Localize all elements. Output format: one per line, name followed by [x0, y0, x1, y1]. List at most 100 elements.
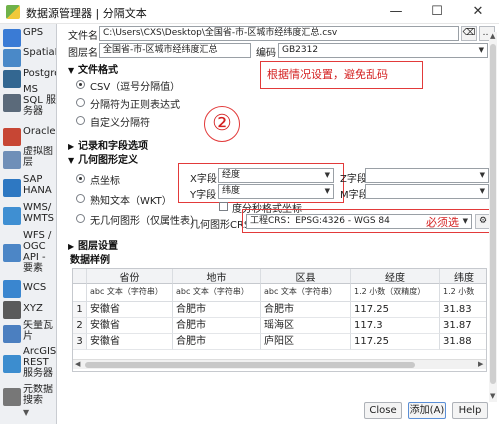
- sidebar-item-virtual-layer[interactable]: 虚拟图 层: [0, 146, 56, 172]
- table-header-cell[interactable]: 经度: [351, 269, 440, 284]
- row-number: 1: [73, 302, 87, 318]
- table-row: 2 安徽省 合肥市 瑶海区 117.3 31.87: [73, 318, 486, 334]
- table-header-cell[interactable]: 省份: [87, 269, 173, 284]
- regex-radio[interactable]: [76, 98, 85, 107]
- sidebar-item-label: WMS/ WMTS: [23, 202, 54, 224]
- field-type-select[interactable]: abc 文本（字符串）: [87, 284, 173, 302]
- custom-delimiter-radio[interactable]: [76, 116, 85, 125]
- sidebar-item-metadata-search[interactable]: 元数据 搜索: [0, 384, 56, 410]
- m-field-select[interactable]: ▼: [365, 184, 489, 199]
- field-type-select[interactable]: abc 文本（字符串）: [261, 284, 351, 302]
- table-cell: 合肥市: [173, 334, 261, 350]
- table-cell: 117.25: [351, 302, 440, 318]
- table-header-cell[interactable]: 纬度: [440, 269, 486, 284]
- table-row: 1 安徽省 合肥市 合肥市 117.25 31.83: [73, 302, 486, 318]
- scroll-left-icon[interactable]: ◀: [75, 360, 80, 368]
- table-cell: 117.3: [351, 318, 440, 334]
- sidebar-item-wms-wmts[interactable]: WMS/ WMTS: [0, 202, 56, 228]
- table-cell: 庐阳区: [261, 334, 351, 350]
- z-field-select[interactable]: ▼: [365, 168, 489, 183]
- sidebar-item-vector-tiles[interactable]: 矢量瓦 片: [0, 320, 56, 346]
- window-title: 数据源管理器 | 分隔文本: [26, 7, 147, 20]
- no-geometry-radio[interactable]: [76, 214, 85, 223]
- field-type-cell: [73, 284, 87, 302]
- custom-delimiter-radio-label: 自定义分隔符: [90, 118, 150, 129]
- file-name-input[interactable]: C:\Users\CXS\Desktop\全国省-市-区城市经纬度汇总.csv: [99, 26, 459, 41]
- help-button[interactable]: Help: [452, 402, 488, 419]
- layer-settings-section[interactable]: ▶ 图层设置: [68, 237, 118, 252]
- no-geometry-radio-label: 无几何图形（仅属性表）: [90, 216, 200, 227]
- csv-radio-label: CSV（逗号分隔值）: [90, 82, 181, 93]
- table-header-row: 省份 地市 区县 经度 纬度: [73, 269, 486, 284]
- maximize-button[interactable]: ☐: [422, 2, 452, 22]
- close-button[interactable]: Close: [364, 402, 402, 419]
- encoding-hint-annotation: 根据情况设置，避免乱码: [260, 61, 423, 89]
- scroll-right-icon[interactable]: ▶: [478, 360, 483, 368]
- encoding-select[interactable]: GB2312 ▼: [278, 43, 488, 58]
- sidebar-item-label: SAP HANA: [23, 174, 52, 196]
- table-cell: 合肥市: [173, 302, 261, 318]
- scroll-up-icon[interactable]: ▲: [490, 32, 495, 40]
- sidebar-item-label: 矢量瓦 片: [23, 320, 53, 342]
- sidebar-item-label: 元数据 搜索: [23, 384, 53, 406]
- close-window-button[interactable]: ✕: [463, 2, 493, 22]
- title-bar: 数据源管理器 | 分隔文本 — ☐ ✕: [0, 0, 499, 24]
- add-button[interactable]: 添加(A): [408, 402, 446, 419]
- sidebar-item-mssql[interactable]: MS SQL 服 务器: [0, 84, 56, 124]
- panel-vertical-scrollbar[interactable]: ▲ ▼: [489, 32, 497, 402]
- table-cell: 合肥市: [261, 302, 351, 318]
- row-number: 2: [73, 318, 87, 334]
- sidebar-item-arcgis-rest[interactable]: ArcGIS REST 服务器: [0, 346, 56, 382]
- scroll-down-icon[interactable]: ▼: [490, 392, 495, 400]
- layer-name-label: 图层名: [68, 48, 98, 59]
- table-header-cell[interactable]: 区县: [261, 269, 351, 284]
- sidebar-item-label: MS SQL 服 务器: [23, 84, 56, 117]
- point-coordinates-radio[interactable]: [76, 174, 85, 183]
- table-header-cell[interactable]: 地市: [173, 269, 261, 284]
- mssql-icon: [3, 94, 21, 112]
- sidebar-item-gps[interactable]: GPS: [0, 27, 56, 49]
- sidebar-item-oracle[interactable]: Oracle: [0, 126, 56, 146]
- scrollbar-thumb[interactable]: [490, 44, 496, 384]
- field-type-select[interactable]: abc 文本（字符串）: [173, 284, 261, 302]
- wfs-icon: [3, 244, 21, 262]
- csv-radio[interactable]: [76, 80, 85, 89]
- sap-hana-icon: [3, 179, 21, 197]
- field-type-select[interactable]: 1.2 小数: [440, 284, 486, 302]
- sidebar-scroll-down-icon[interactable]: ▼: [23, 408, 29, 417]
- spatialite-icon: [3, 49, 21, 67]
- sidebar-item-wcs[interactable]: WCS: [0, 278, 56, 298]
- table-horizontal-scrollbar[interactable]: ◀ ▶: [73, 359, 486, 369]
- step-number-annotation: ②: [204, 106, 240, 142]
- sidebar-item-xyz[interactable]: XYZ: [0, 299, 56, 319]
- sidebar-item-label: WFS / OGC API - 要素: [23, 230, 52, 274]
- field-type-row: abc 文本（字符串） abc 文本（字符串） abc 文本（字符串） 1.2 …: [73, 284, 486, 302]
- table-cell: 安徽省: [87, 302, 173, 318]
- sidebar-item-spatialite[interactable]: SpatiaL: [0, 47, 57, 67]
- sidebar-item-label: SpatiaL: [23, 47, 57, 58]
- qgis-app-icon: [6, 5, 20, 19]
- delimited-text-panel: 文件名 C:\Users\CXS\Desktop\全国省-市-区城市经纬度汇总.…: [58, 24, 499, 424]
- collapse-down-icon: ▼: [68, 66, 75, 75]
- sidebar-item-wfs[interactable]: WFS / OGC API - 要素: [0, 230, 56, 276]
- encoding-value: GB2312: [282, 45, 319, 55]
- geometry-section[interactable]: ▼ 几何图形定义: [68, 151, 138, 166]
- wkt-radio[interactable]: [76, 194, 85, 203]
- sample-data-table: 省份 地市 区县 经度 纬度 abc 文本（字符串） abc 文本（字符串） a…: [72, 268, 487, 372]
- clear-file-button[interactable]: ⌫: [461, 26, 477, 41]
- minimize-button[interactable]: —: [381, 2, 411, 22]
- table-cell: 31.87: [440, 318, 486, 334]
- point-coordinates-radio-label: 点坐标: [90, 176, 120, 187]
- dms-checkbox[interactable]: [219, 202, 228, 211]
- layer-name-input[interactable]: 全国省-市-区城市经纬度汇总: [99, 43, 251, 58]
- encoding-label: 编码: [256, 48, 276, 59]
- sidebar-item-sap-hana[interactable]: SAP HANA: [0, 174, 56, 200]
- field-type-select[interactable]: 1.2 小数（双精度）: [351, 284, 440, 302]
- table-cell: 安徽省: [87, 334, 173, 350]
- table-cell: 合肥市: [173, 318, 261, 334]
- file-format-section[interactable]: ▼ 文件格式: [68, 61, 118, 76]
- scrollbar-thumb[interactable]: [85, 362, 415, 368]
- records-fields-section[interactable]: ▶ 记录和字段选项: [68, 137, 148, 152]
- table-cell: 117.25: [351, 334, 440, 350]
- chevron-down-icon: ▼: [479, 171, 485, 179]
